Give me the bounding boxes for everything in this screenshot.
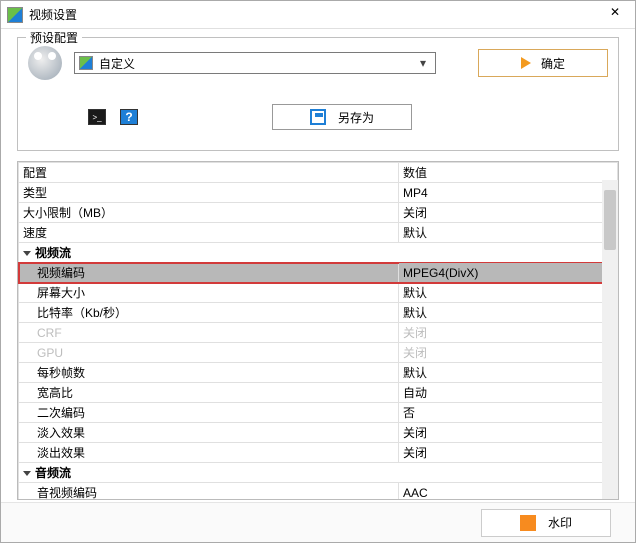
console-icon[interactable]: >_: [88, 109, 106, 125]
watermark-button[interactable]: 水印: [481, 509, 611, 537]
prop-value[interactable]: 默认: [399, 223, 618, 243]
prop-name: 比特率（Kb/秒）: [19, 303, 399, 323]
preset-item-icon: [79, 56, 93, 70]
preset-fieldset: 预设配置 自定义 ▾ 确定 >_ ? 另存为: [17, 37, 619, 151]
table-row[interactable]: 屏幕大小默认: [19, 283, 618, 303]
table-row[interactable]: 宽高比自动: [19, 383, 618, 403]
prop-name: 速度: [19, 223, 399, 243]
save-as-button[interactable]: 另存为: [272, 104, 412, 130]
film-reel-icon: [28, 46, 62, 80]
prop-value[interactable]: 关闭: [399, 343, 618, 363]
section-row[interactable]: 视频流: [19, 243, 618, 263]
prop-value[interactable]: 关闭: [399, 443, 618, 463]
footer: 水印: [1, 502, 635, 542]
ok-button[interactable]: 确定: [478, 49, 608, 77]
prop-name: GPU: [19, 343, 399, 363]
prop-value[interactable]: 关闭: [399, 203, 618, 223]
table-row[interactable]: 音视频编码AAC: [19, 483, 618, 501]
prop-value[interactable]: 默认: [399, 303, 618, 323]
prop-name: 音视频编码: [19, 483, 399, 501]
titlebar: 视频设置 ✕: [1, 1, 635, 29]
grid-header: 配置 数值: [19, 163, 618, 183]
table-row[interactable]: 大小限制（MB）关闭: [19, 203, 618, 223]
vertical-scrollbar[interactable]: [602, 180, 618, 499]
collapse-icon: [23, 471, 31, 476]
table-row[interactable]: 淡出效果关闭: [19, 443, 618, 463]
prop-name: 视频编码: [19, 263, 399, 283]
prop-value[interactable]: 默认: [399, 363, 618, 383]
watermark-icon: [520, 515, 536, 531]
floppy-disk-icon: [310, 109, 326, 125]
table-row[interactable]: CRF关闭: [19, 323, 618, 343]
prop-name: 二次编码: [19, 403, 399, 423]
prop-name: 大小限制（MB）: [19, 203, 399, 223]
section-row[interactable]: 音频流: [19, 463, 618, 483]
save-as-label: 另存为: [338, 109, 374, 126]
col-name: 配置: [19, 163, 399, 183]
prop-value[interactable]: 默认: [399, 283, 618, 303]
section-label: 音频流: [19, 463, 618, 483]
prop-value[interactable]: MP4: [399, 183, 618, 203]
table-row[interactable]: 速度默认: [19, 223, 618, 243]
scrollbar-thumb[interactable]: [604, 190, 616, 250]
chevron-down-icon: ▾: [415, 56, 431, 70]
prop-value[interactable]: 否: [399, 403, 618, 423]
collapse-icon: [23, 251, 31, 256]
preset-legend: 预设配置: [26, 29, 82, 46]
watermark-label: 水印: [548, 514, 572, 531]
prop-name: 每秒帧数: [19, 363, 399, 383]
ok-button-label: 确定: [541, 55, 565, 72]
table-row[interactable]: 每秒帧数默认: [19, 363, 618, 383]
table-row[interactable]: 比特率（Kb/秒）默认: [19, 303, 618, 323]
preset-combo-label: 自定义: [99, 55, 415, 72]
app-icon: [7, 7, 23, 23]
prop-name: CRF: [19, 323, 399, 343]
prop-name: 宽高比: [19, 383, 399, 403]
table-row[interactable]: GPU关闭: [19, 343, 618, 363]
video-settings-window: 视频设置 ✕ 预设配置 自定义 ▾ 确定 >_ ?: [0, 0, 636, 543]
prop-name: 屏幕大小: [19, 283, 399, 303]
preset-combo[interactable]: 自定义 ▾: [74, 52, 436, 74]
prop-name: 淡出效果: [19, 443, 399, 463]
arrow-right-icon: [521, 57, 531, 69]
prop-value[interactable]: 关闭: [399, 323, 618, 343]
prop-value[interactable]: 自动: [399, 383, 618, 403]
table-row[interactable]: 淡入效果关闭: [19, 423, 618, 443]
table-row[interactable]: 二次编码否: [19, 403, 618, 423]
prop-name: 淡入效果: [19, 423, 399, 443]
property-grid: 配置 数值 类型MP4大小限制（MB）关闭速度默认视频流视频编码MPEG4(Di…: [17, 161, 619, 500]
prop-value[interactable]: 关闭: [399, 423, 618, 443]
help-icon[interactable]: ?: [120, 109, 138, 125]
window-title: 视频设置: [29, 6, 77, 23]
table-row[interactable]: 视频编码MPEG4(DivX)⌄: [19, 263, 618, 283]
preset-area: 预设配置 自定义 ▾ 确定 >_ ? 另存为: [1, 29, 635, 155]
table-row[interactable]: 类型MP4: [19, 183, 618, 203]
prop-name: 类型: [19, 183, 399, 203]
prop-value[interactable]: AAC: [399, 483, 618, 501]
close-icon[interactable]: ✕: [601, 5, 629, 25]
col-value: 数值: [399, 163, 618, 183]
section-label: 视频流: [19, 243, 618, 263]
prop-value[interactable]: MPEG4(DivX)⌄: [399, 263, 618, 283]
